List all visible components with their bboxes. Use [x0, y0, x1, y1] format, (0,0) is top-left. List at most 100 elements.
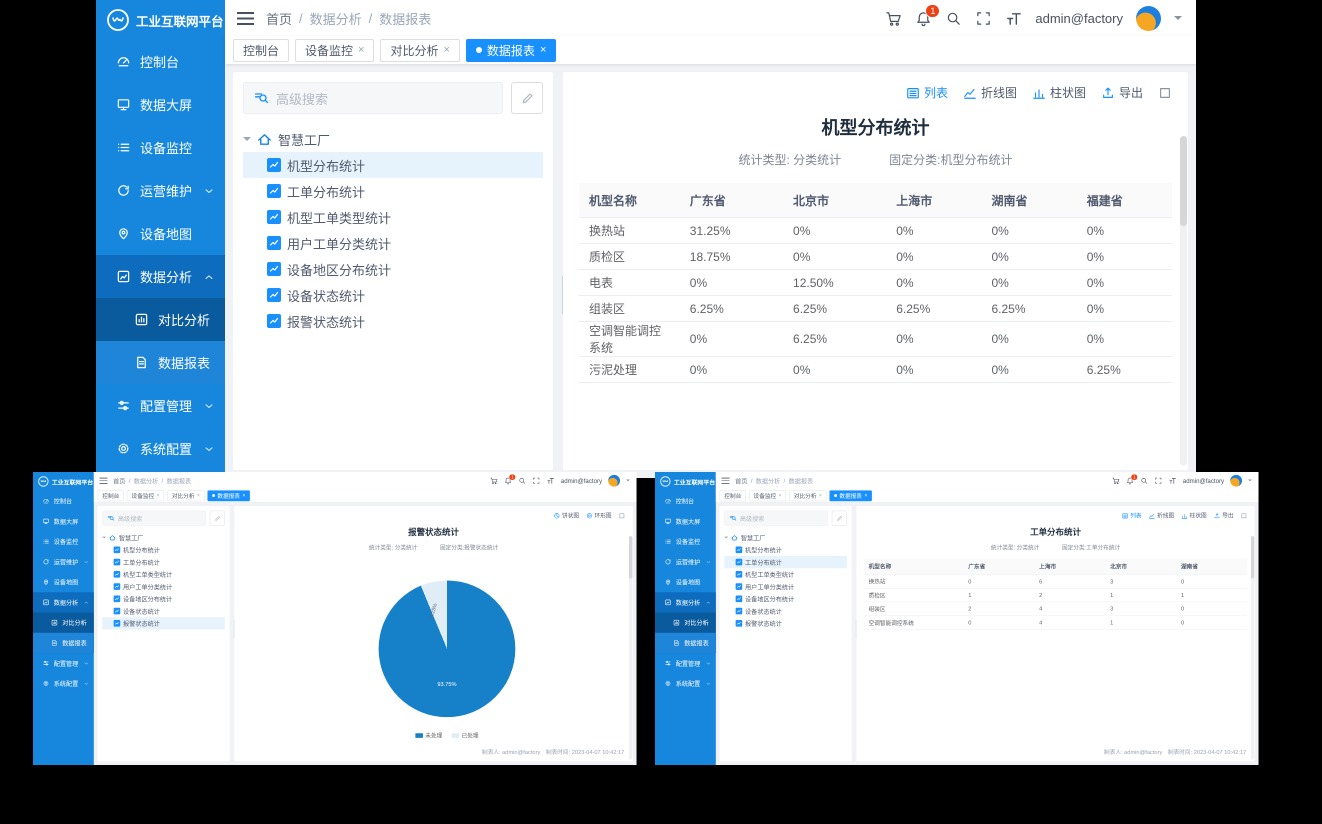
bell-icon[interactable]: 1 — [915, 10, 932, 27]
vertical-scrollbar[interactable] — [1180, 136, 1187, 466]
tree-item-device-status[interactable]: 设备状态统计 — [102, 605, 225, 617]
breadcrumb-home[interactable]: 首页 — [113, 476, 125, 485]
table-row[interactable]: 电表0%12.50%0%0%0% — [579, 270, 1172, 296]
fullscreen-icon[interactable] — [1154, 476, 1162, 484]
tree-item-device-region[interactable]: 设备地区分布统计 — [724, 593, 847, 605]
vertical-scrollbar[interactable] — [629, 536, 632, 759]
view-bar-chart-button[interactable]: 柱状图 — [1032, 84, 1086, 101]
tree-root-smart-factory[interactable]: 智慧工厂 — [243, 126, 543, 152]
avatar[interactable] — [1230, 475, 1242, 487]
advanced-search-input[interactable]: 高级搜索 — [243, 82, 503, 114]
table-row[interactable]: 空调智能调控系统0%6.25%0%0%0% — [579, 322, 1172, 357]
view-ring-chart-button[interactable]: 环形图 — [586, 512, 611, 520]
caret-down-icon[interactable] — [102, 537, 106, 541]
sidebar-item-data-analysis[interactable]: 数据分析 — [33, 592, 94, 612]
caret-down-icon[interactable] — [243, 137, 251, 145]
sidebar-item-compare-analysis[interactable]: 对比分析 — [655, 613, 716, 633]
tree-item-machine-distribution[interactable]: 机型分布统计 — [724, 544, 847, 556]
sidebar-item-data-analysis[interactable]: 数据分析 — [655, 592, 716, 612]
fullscreen-panel-button[interactable] — [1158, 86, 1172, 100]
fullscreen-panel-button[interactable] — [1241, 512, 1248, 519]
view-pie-chart-button[interactable]: 饼状图 — [554, 512, 579, 520]
sidebar-item-device-monitor[interactable]: 设备监控 — [33, 531, 94, 551]
tab-device-monitor[interactable]: 设备监控× — [749, 490, 786, 501]
sidebar-item-device-map[interactable]: 设备地图 — [33, 572, 94, 592]
font-size-icon[interactable] — [1005, 10, 1022, 27]
tree-item-machine-distribution[interactable]: 机型分布统计 — [102, 544, 225, 556]
tree-item-machine-workorder-type[interactable]: 机型工单类型统计 — [102, 568, 225, 580]
breadcrumb-data-report[interactable]: 数据报表 — [167, 476, 192, 485]
tree-root-smart-factory[interactable]: 智慧工厂 — [102, 531, 225, 543]
font-size-icon[interactable] — [1169, 476, 1177, 484]
tree-item-device-status[interactable]: 设备状态统计 — [724, 605, 847, 617]
tab-console[interactable]: 控制台 — [98, 490, 124, 501]
view-list-button[interactable]: 列表 — [906, 84, 948, 101]
export-button[interactable]: 导出 — [1214, 512, 1234, 520]
advanced-search-input[interactable]: 高级搜索 — [724, 511, 828, 526]
sidebar-item-data-analysis[interactable]: 数据分析 — [96, 255, 225, 298]
table-row[interactable]: 组装区6.25%6.25%6.25%6.25%0% — [579, 296, 1172, 322]
tree-item-device-region[interactable]: 设备地区分布统计 — [102, 593, 225, 605]
search-icon[interactable] — [1140, 476, 1148, 484]
table-row[interactable]: 质检区18.75%0%0%0%0% — [579, 244, 1172, 270]
tree-item-workorder-distribution[interactable]: 工单分布统计 — [724, 556, 847, 568]
breadcrumb-home[interactable]: 首页 — [735, 476, 747, 485]
search-icon[interactable] — [518, 476, 526, 484]
breadcrumb-data-analysis[interactable]: 数据分析 — [756, 476, 781, 485]
breadcrumb-home[interactable]: 首页 — [266, 9, 292, 28]
tree-item-alarm-status[interactable]: 报警状态统计 — [724, 617, 847, 629]
close-icon[interactable]: × — [540, 44, 546, 56]
advanced-search-input[interactable]: 高级搜索 — [102, 511, 206, 526]
sidebar-item-device-monitor[interactable]: 设备监控 — [655, 531, 716, 551]
edit-button[interactable] — [511, 82, 543, 114]
view-bar-chart-button[interactable]: 柱状图 — [1181, 512, 1206, 520]
sidebar-item-operation[interactable]: 运营维护 — [33, 552, 94, 572]
breadcrumb-data-report[interactable]: 数据报表 — [789, 476, 814, 485]
tree-root-smart-factory[interactable]: 智慧工厂 — [724, 531, 847, 543]
sidebar-item-console[interactable]: 控制台 — [33, 491, 94, 511]
sidebar-item-config-manage[interactable]: 配置管理 — [96, 384, 225, 427]
bell-icon[interactable]: 1 — [1126, 476, 1134, 484]
cart-icon[interactable] — [490, 476, 498, 484]
menu-toggle-icon[interactable] — [99, 477, 107, 483]
close-icon[interactable]: × — [197, 493, 200, 499]
table-row[interactable]: 质检区1211 — [864, 588, 1247, 602]
vertical-scrollbar[interactable] — [1251, 536, 1254, 759]
close-icon[interactable]: × — [242, 493, 245, 499]
menu-toggle-icon[interactable] — [237, 12, 254, 25]
tree-item-user-workorder-class[interactable]: 用户工单分类统计 — [243, 230, 543, 256]
tab-device-monitor[interactable]: 设备监控× — [127, 490, 164, 501]
tree-item-user-workorder-class[interactable]: 用户工单分类统计 — [102, 580, 225, 592]
tab-console[interactable]: 控制台 — [720, 490, 746, 501]
sidebar-item-system-config[interactable]: 系统配置 — [655, 673, 716, 693]
sidebar-item-console[interactable]: 控制台 — [96, 40, 225, 83]
fullscreen-icon[interactable] — [975, 10, 992, 27]
tree-item-device-region[interactable]: 设备地区分布统计 — [243, 256, 543, 282]
table-row[interactable]: 空调智能调控系统0410 — [864, 616, 1247, 630]
tab-data-report[interactable]: 数据报表× — [207, 490, 250, 501]
tab-console[interactable]: 控制台 — [233, 39, 289, 62]
breadcrumb-data-analysis[interactable]: 数据分析 — [310, 9, 362, 28]
sidebar-item-data-report[interactable]: 数据报表 — [655, 633, 716, 653]
caret-down-icon[interactable] — [626, 480, 630, 484]
sidebar-item-device-map[interactable]: 设备地图 — [96, 212, 225, 255]
table-row[interactable]: 污泥处理0%0%0%0%6.25% — [579, 357, 1172, 383]
tree-item-device-status[interactable]: 设备状态统计 — [243, 282, 543, 308]
edit-button[interactable] — [832, 511, 847, 526]
sidebar-item-config-manage[interactable]: 配置管理 — [33, 653, 94, 673]
close-icon[interactable]: × — [819, 493, 822, 499]
tab-compare-analysis[interactable]: 对比分析× — [789, 490, 826, 501]
user-email[interactable]: admin@factory — [1035, 11, 1123, 26]
tree-item-workorder-distribution[interactable]: 工单分布统计 — [243, 178, 543, 204]
breadcrumb-data-report[interactable]: 数据报表 — [379, 9, 431, 28]
caret-down-icon[interactable] — [1248, 480, 1252, 484]
view-line-chart-button[interactable]: 折线图 — [1149, 512, 1174, 520]
view-line-chart-button[interactable]: 折线图 — [963, 84, 1017, 101]
sidebar-item-device-monitor[interactable]: 设备监控 — [96, 126, 225, 169]
breadcrumb-data-analysis[interactable]: 数据分析 — [134, 476, 159, 485]
view-list-button[interactable]: 列表 — [1122, 512, 1142, 520]
fullscreen-panel-button[interactable] — [619, 512, 626, 519]
sidebar-item-bigscreen[interactable]: 数据大屏 — [33, 511, 94, 531]
tree-item-machine-distribution[interactable]: 机型分布统计 — [243, 152, 543, 178]
sidebar-item-compare-analysis[interactable]: 对比分析 — [96, 298, 225, 341]
